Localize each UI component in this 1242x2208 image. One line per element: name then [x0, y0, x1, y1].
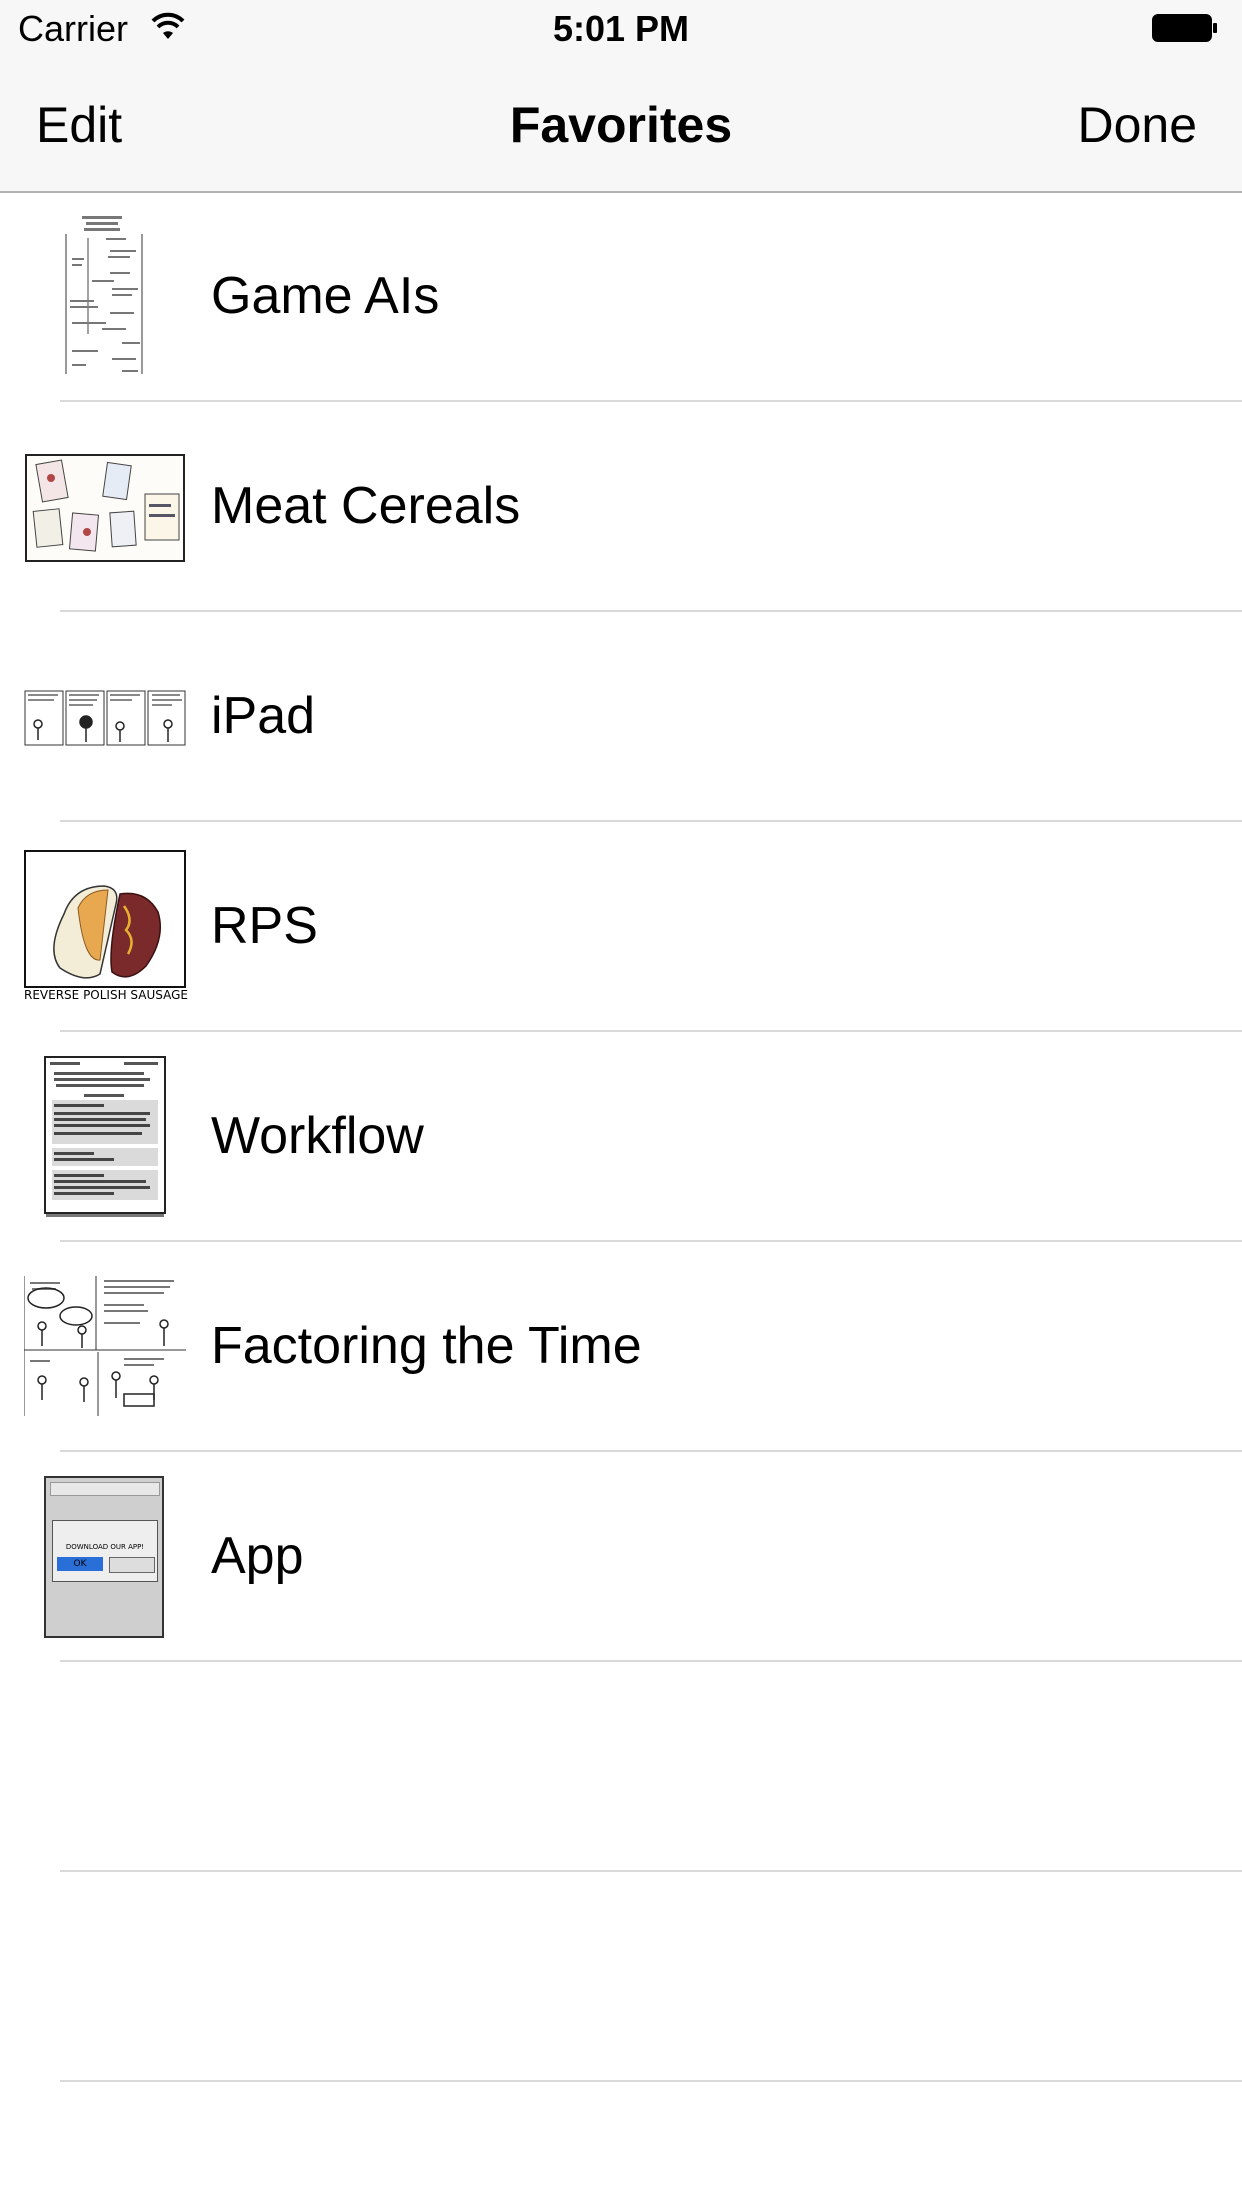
navigation-bar: Edit Favorites Done	[0, 60, 1242, 193]
clock: 5:01 PM	[552, 8, 690, 49]
thumbnail-caption: REVERSE POLISH SAUSAGE	[24, 988, 188, 1002]
list-item[interactable]: Meat Cereals	[0, 402, 1242, 612]
comic-thumbnail	[24, 690, 186, 746]
item-title: RPS	[211, 897, 318, 955]
list-item[interactable]: iPad	[0, 612, 1242, 822]
comic-thumbnail	[44, 1056, 166, 1217]
row-separator	[60, 1660, 1242, 1662]
item-title: Factoring the Time	[211, 1317, 642, 1375]
item-title: Meat Cereals	[211, 477, 521, 535]
comic-thumbnail	[24, 850, 186, 988]
comic-thumbnail: DOWNLOAD OUR APP! OK	[44, 1476, 164, 1638]
list-item[interactable]: DOWNLOAD OUR APP! OK App	[0, 1452, 1242, 1662]
battery-icon	[1152, 14, 1217, 42]
status-bar: Carrier 5:01 PM	[0, 0, 1242, 60]
row-separator	[60, 1870, 1242, 1872]
list-item[interactable]: Workflow	[0, 1032, 1242, 1242]
item-title: Workflow	[211, 1107, 424, 1165]
item-title: Game AIs	[211, 267, 440, 325]
list-item[interactable]: Game AIs	[0, 192, 1242, 402]
comic-thumbnail	[25, 454, 185, 562]
comic-thumbnail	[24, 1276, 186, 1416]
thumbnail-dialog-text: DOWNLOAD OUR APP!	[65, 1543, 145, 1551]
page-title: Favorites	[509, 97, 733, 153]
item-title: App	[211, 1527, 304, 1585]
comic-thumbnail	[62, 214, 146, 378]
list-item[interactable]: Factoring the Time	[0, 1242, 1242, 1452]
row-separator	[60, 2080, 1242, 2082]
done-button[interactable]: Done	[1077, 96, 1197, 154]
item-title: iPad	[211, 687, 316, 745]
list-item[interactable]: REVERSE POLISH SAUSAGE RPS	[0, 822, 1242, 1032]
thumbnail-ok-button: OK	[57, 1557, 103, 1571]
